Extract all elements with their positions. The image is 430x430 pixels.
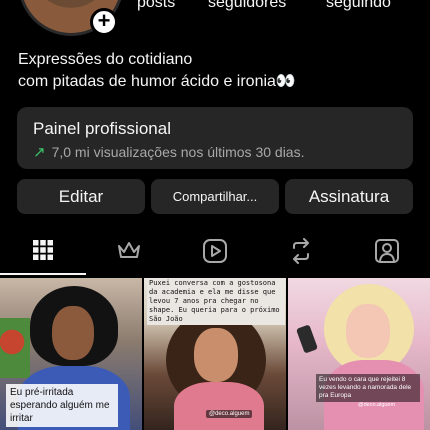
professional-dashboard[interactable]: Painel profissional ↗ 7,0 mi visualizaçõ… <box>17 107 413 169</box>
post-thumbnail[interactable]: Puxei conversa com a gostosona da academ… <box>144 278 286 430</box>
bio-line-2: com pitadas de humor ácido e ironia👀 <box>18 73 296 90</box>
tab-exclusive[interactable] <box>86 231 172 275</box>
phone-icon <box>295 324 319 354</box>
repost-icon <box>288 237 314 269</box>
tab-grid[interactable] <box>0 231 86 275</box>
dashboard-views-text: 7,0 mi visualizações nos últimos 30 dias… <box>51 144 305 160</box>
profile-stats: posts seguidores seguindo <box>0 0 430 16</box>
share-profile-button[interactable]: Compartilhar... <box>151 179 279 214</box>
tab-reels[interactable] <box>172 231 258 275</box>
grid-icon <box>32 239 54 266</box>
post-caption: Eu pré-irritada esperando alguém me irri… <box>6 384 118 427</box>
post-image-background <box>0 318 30 378</box>
dashboard-subtitle: ↗ 7,0 mi visualizações nos últimos 30 di… <box>33 143 397 161</box>
tagged-icon <box>374 238 400 269</box>
profile-bio: Expressões do cotidiano com pitadas de h… <box>18 49 296 93</box>
posts-grid: Eu pré-irritada esperando alguém me irri… <box>0 278 430 430</box>
crown-icon <box>116 240 142 267</box>
reels-icon <box>202 238 228 269</box>
post-image-face <box>346 304 390 358</box>
tab-reposts[interactable] <box>258 231 344 275</box>
post-thumbnail[interactable]: Eu vendo o cara que rejeitei 8 vezes lev… <box>288 278 430 430</box>
post-credit-tag: @deco.alguem <box>206 410 253 418</box>
profile-actions: Editar Compartilhar... Assinatura <box>17 179 413 214</box>
posts-stat-label[interactable]: posts <box>137 0 175 12</box>
post-image-face <box>194 328 238 382</box>
post-caption: Puxei conversa com a gostosona da academ… <box>147 278 285 325</box>
edit-profile-button[interactable]: Editar <box>17 179 145 214</box>
following-stat-label[interactable]: seguindo <box>326 0 391 12</box>
post-thumbnail[interactable]: Eu pré-irritada esperando alguém me irri… <box>0 278 142 430</box>
followers-stat-label[interactable]: seguidores <box>208 0 286 12</box>
tab-tagged[interactable] <box>344 231 430 275</box>
post-image-face <box>52 306 94 360</box>
subscription-button[interactable]: Assinatura <box>285 179 413 214</box>
post-caption: Eu vendo o cara que rejeitei 8 vezes lev… <box>316 374 420 402</box>
dashboard-title: Painel profissional <box>33 119 171 138</box>
bio-line-1: Expressões do cotidiano <box>18 51 193 68</box>
trend-up-icon: ↗ <box>33 144 46 161</box>
post-credit-tag: @deco.alguem <box>358 402 396 408</box>
profile-tabs <box>0 231 430 277</box>
post-image-body <box>174 382 264 430</box>
